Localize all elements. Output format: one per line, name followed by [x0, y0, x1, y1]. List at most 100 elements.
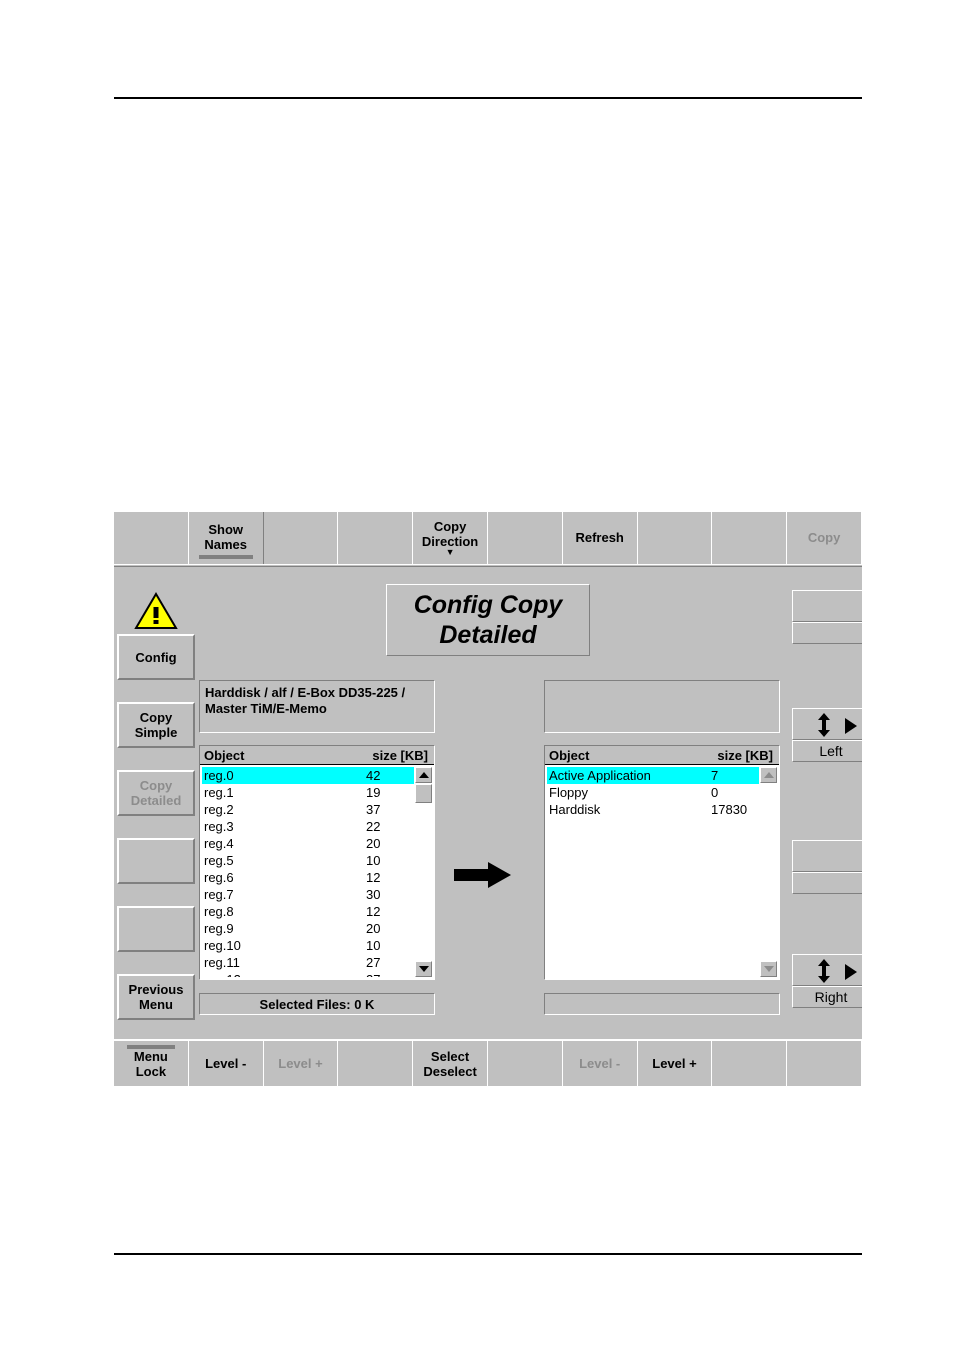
- page-title: Config Copy Detailed: [386, 584, 590, 656]
- left-file-list[interactable]: Object size [KB] reg.0 42 reg.1 19 reg.2 37 re…: [199, 745, 435, 980]
- left-list-header-object: Object: [204, 747, 245, 763]
- scroll-up-icon[interactable]: [415, 767, 432, 783]
- page-bottom-rule: [114, 1253, 862, 1255]
- list-item[interactable]: reg.12 27: [202, 971, 414, 977]
- list-item[interactable]: reg.7 30: [202, 886, 414, 903]
- list-item-name: reg.9: [204, 921, 234, 936]
- scroll-down-icon[interactable]: [415, 961, 432, 977]
- list-item-size: 27: [366, 971, 380, 977]
- right-list-body: Active Application 7 Floppy 0 Harddisk 17830: [547, 767, 759, 977]
- show-names-label-line2: Names: [204, 537, 248, 552]
- bottom-toolbar-cell-4[interactable]: [338, 1041, 414, 1086]
- list-item[interactable]: reg.9 20: [202, 920, 414, 937]
- right-file-list[interactable]: Object size [KB] Active Application 7 Flop…: [544, 745, 780, 980]
- list-item-size: 19: [366, 785, 381, 800]
- scrollbar-thumb[interactable]: [415, 784, 432, 803]
- list-item[interactable]: Floppy 0: [547, 784, 759, 801]
- sidebar-button-blank-1[interactable]: [117, 838, 195, 884]
- left-status-bar: Selected Files: 0 K: [199, 993, 435, 1015]
- copy-label: Copy: [807, 529, 841, 545]
- list-item-name: reg.8: [204, 904, 234, 919]
- right-sidebar-left-icons: [792, 708, 862, 740]
- show-names-button[interactable]: Show Names: [189, 512, 264, 564]
- list-item-name: Harddisk: [549, 802, 601, 817]
- right-level-plus-button[interactable]: Level +: [638, 1041, 713, 1086]
- list-item-size: 37: [366, 802, 381, 817]
- sidebar-button-previous-menu[interactable]: Previous Menu: [117, 974, 195, 1020]
- list-item-size: 12: [366, 904, 381, 919]
- list-item[interactable]: Active Application 7: [547, 767, 759, 784]
- right-list-scrollbar[interactable]: [760, 767, 777, 977]
- left-path-line1: Harddisk / alf / E-Box DD35-225 /: [205, 685, 406, 700]
- left-list-header-size: size [KB]: [372, 747, 428, 763]
- list-item[interactable]: reg.4 20: [202, 835, 414, 852]
- left-path-box[interactable]: Harddisk / alf / E-Box DD35-225 / Master…: [199, 680, 435, 733]
- up-down-arrows-icon: [818, 713, 830, 737]
- right-list-header-object: Object: [549, 747, 590, 763]
- copy-direction-label-line1: Copy: [433, 518, 467, 534]
- refresh-button[interactable]: Refresh: [563, 512, 638, 564]
- sidebar-button-copy-detailed-line1: Copy: [139, 778, 173, 793]
- list-item-name: reg.3: [204, 819, 234, 834]
- top-toolbar-cell-6[interactable]: [488, 512, 563, 564]
- list-item-size: 30: [366, 887, 381, 902]
- left-list-scrollbar[interactable]: [415, 767, 432, 977]
- bottom-toolbar-cell-9[interactable]: [712, 1041, 788, 1086]
- sidebar-button-copy-simple-line1: Copy: [139, 710, 173, 725]
- list-item-name: reg.0: [204, 768, 234, 783]
- top-toolbar-cell-8[interactable]: [638, 512, 713, 564]
- left-level-plus-button: Level +: [264, 1041, 339, 1086]
- list-item[interactable]: reg.5 10: [202, 852, 414, 869]
- top-toolbar-cell-9[interactable]: [712, 512, 788, 564]
- list-item[interactable]: reg.6 12: [202, 869, 414, 886]
- bottom-toolbar-cell-6[interactable]: [488, 1041, 563, 1086]
- list-item-size: 27: [366, 955, 381, 970]
- menu-lock-active-mark: [126, 1045, 175, 1049]
- copy-direction-button[interactable]: Copy Direction ▼: [413, 512, 488, 564]
- left-level-minus-button[interactable]: Level -: [189, 1041, 264, 1086]
- sidebar-button-blank-2[interactable]: [117, 906, 195, 952]
- list-item[interactable]: reg.1 19: [202, 784, 414, 801]
- scroll-down-icon: [760, 961, 777, 977]
- list-item-name: reg.5: [204, 853, 234, 868]
- select-deselect-button[interactable]: Select Deselect: [413, 1041, 488, 1086]
- top-toolbar-divider: [114, 564, 862, 567]
- top-toolbar-cell-1[interactable]: [114, 512, 189, 564]
- top-toolbar: Show Names Copy Direction ▼ Refresh Copy: [114, 512, 862, 564]
- list-item[interactable]: reg.11 27: [202, 954, 414, 971]
- list-item-name: reg.7: [204, 887, 234, 902]
- list-item[interactable]: reg.8 12: [202, 903, 414, 920]
- list-item-name: reg.4: [204, 836, 234, 851]
- top-toolbar-cell-3[interactable]: [264, 512, 339, 564]
- list-item-name: reg.2: [204, 802, 234, 817]
- menu-lock-button[interactable]: Menu Lock: [114, 1041, 189, 1086]
- list-item-name: Active Application: [549, 768, 651, 783]
- right-sidebar-left-label-box: Left: [792, 740, 862, 762]
- right-level-plus-label: Level +: [652, 1056, 697, 1071]
- right-list-header-size: size [KB]: [717, 747, 773, 763]
- right-path-box[interactable]: [544, 680, 780, 733]
- list-item-name: reg.12: [204, 971, 241, 977]
- sidebar-button-previous-menu-line2: Menu: [139, 997, 173, 1012]
- right-sidebar-right-button[interactable]: Right: [792, 954, 862, 1008]
- list-item[interactable]: reg.2 37: [202, 801, 414, 818]
- list-item[interactable]: reg.0 42: [202, 767, 414, 784]
- bottom-toolbar-cell-10[interactable]: [787, 1041, 862, 1086]
- right-level-minus-label: Level -: [579, 1056, 621, 1071]
- right-sidebar-panel-3-label-box: [792, 872, 862, 894]
- list-item[interactable]: reg.10 10: [202, 937, 414, 954]
- page-title-line2: Detailed: [439, 621, 537, 649]
- sidebar-button-copy-detailed: Copy Detailed: [117, 770, 195, 816]
- list-item[interactable]: Harddisk 17830: [547, 801, 759, 818]
- list-item[interactable]: reg.3 22: [202, 818, 414, 835]
- refresh-label: Refresh: [575, 529, 624, 545]
- list-item-name: Floppy: [549, 785, 589, 800]
- right-sidebar-left-button[interactable]: Left: [792, 708, 862, 762]
- sidebar-button-config[interactable]: Config: [117, 634, 195, 680]
- right-sidebar-panel-1[interactable]: [792, 590, 862, 644]
- sidebar-button-copy-simple[interactable]: Copy Simple: [117, 702, 195, 748]
- top-toolbar-cell-4[interactable]: [338, 512, 414, 564]
- arrow-right-icon: [845, 964, 857, 980]
- right-sidebar-panel-3[interactable]: [792, 840, 862, 894]
- right-sidebar-right-label-box: Right: [792, 986, 862, 1008]
